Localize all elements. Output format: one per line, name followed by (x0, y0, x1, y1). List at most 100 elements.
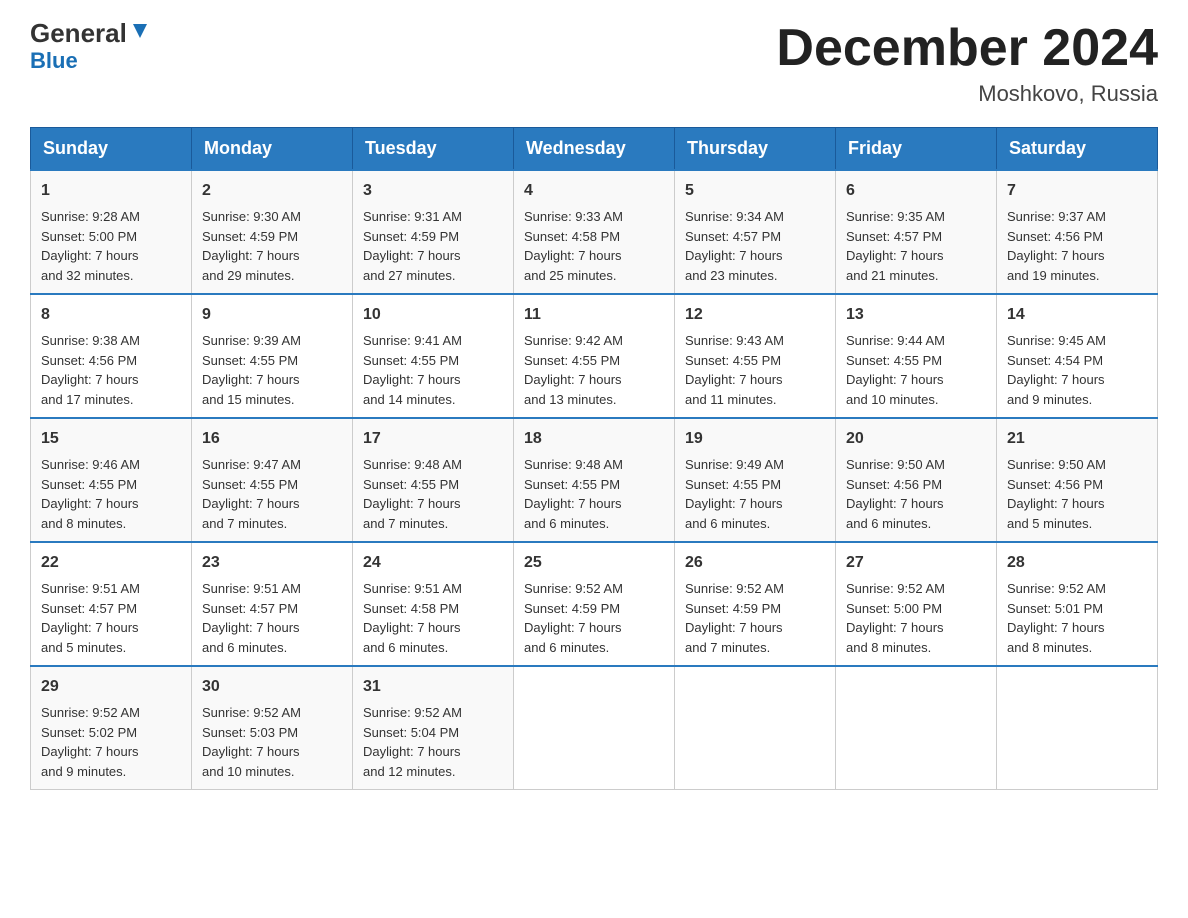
day-number: 1 (41, 179, 181, 203)
col-tuesday: Tuesday (353, 128, 514, 171)
location: Moshkovo, Russia (776, 81, 1158, 107)
daylight-text: Daylight: 7 hours (685, 620, 783, 635)
sunrise-text: Sunrise: 9:41 AM (363, 333, 462, 348)
sunset-text: Sunset: 4:57 PM (685, 229, 781, 244)
sunrise-text: Sunrise: 9:31 AM (363, 209, 462, 224)
table-row: 6 Sunrise: 9:35 AM Sunset: 4:57 PM Dayli… (836, 170, 997, 294)
day-number: 16 (202, 427, 342, 451)
daylight-text: Daylight: 7 hours (363, 496, 461, 511)
sunset-text: Sunset: 4:54 PM (1007, 353, 1103, 368)
daylight-minutes-text: and 15 minutes. (202, 392, 295, 407)
day-number: 22 (41, 551, 181, 575)
table-row: 10 Sunrise: 9:41 AM Sunset: 4:55 PM Dayl… (353, 294, 514, 418)
table-row: 31 Sunrise: 9:52 AM Sunset: 5:04 PM Dayl… (353, 666, 514, 790)
daylight-text: Daylight: 7 hours (1007, 372, 1105, 387)
daylight-text: Daylight: 7 hours (685, 372, 783, 387)
calendar-table: Sunday Monday Tuesday Wednesday Thursday… (30, 127, 1158, 790)
col-friday: Friday (836, 128, 997, 171)
sunset-text: Sunset: 5:01 PM (1007, 601, 1103, 616)
sunset-text: Sunset: 4:56 PM (41, 353, 137, 368)
sunrise-text: Sunrise: 9:51 AM (41, 581, 140, 596)
sunset-text: Sunset: 5:02 PM (41, 725, 137, 740)
month-title: December 2024 (776, 20, 1158, 77)
sunset-text: Sunset: 4:58 PM (524, 229, 620, 244)
daylight-text: Daylight: 7 hours (41, 372, 139, 387)
daylight-text: Daylight: 7 hours (363, 372, 461, 387)
sunset-text: Sunset: 4:55 PM (685, 353, 781, 368)
daylight-minutes-text: and 6 minutes. (202, 640, 287, 655)
daylight-minutes-text: and 6 minutes. (685, 516, 770, 531)
day-number: 19 (685, 427, 825, 451)
table-row: 27 Sunrise: 9:52 AM Sunset: 5:00 PM Dayl… (836, 542, 997, 666)
sunrise-text: Sunrise: 9:52 AM (846, 581, 945, 596)
daylight-minutes-text: and 10 minutes. (846, 392, 939, 407)
table-row: 3 Sunrise: 9:31 AM Sunset: 4:59 PM Dayli… (353, 170, 514, 294)
table-row: 22 Sunrise: 9:51 AM Sunset: 4:57 PM Dayl… (31, 542, 192, 666)
day-number: 30 (202, 675, 342, 699)
day-number: 13 (846, 303, 986, 327)
sunset-text: Sunset: 4:57 PM (202, 601, 298, 616)
table-row: 1 Sunrise: 9:28 AM Sunset: 5:00 PM Dayli… (31, 170, 192, 294)
daylight-minutes-text: and 8 minutes. (41, 516, 126, 531)
day-number: 6 (846, 179, 986, 203)
table-row: 14 Sunrise: 9:45 AM Sunset: 4:54 PM Dayl… (997, 294, 1158, 418)
sunrise-text: Sunrise: 9:39 AM (202, 333, 301, 348)
sunrise-text: Sunrise: 9:30 AM (202, 209, 301, 224)
daylight-text: Daylight: 7 hours (202, 744, 300, 759)
day-number: 25 (524, 551, 664, 575)
table-row: 18 Sunrise: 9:48 AM Sunset: 4:55 PM Dayl… (514, 418, 675, 542)
sunset-text: Sunset: 4:55 PM (363, 353, 459, 368)
day-number: 7 (1007, 179, 1147, 203)
table-row: 24 Sunrise: 9:51 AM Sunset: 4:58 PM Dayl… (353, 542, 514, 666)
sunrise-text: Sunrise: 9:52 AM (685, 581, 784, 596)
calendar-week-row: 8 Sunrise: 9:38 AM Sunset: 4:56 PM Dayli… (31, 294, 1158, 418)
table-row: 2 Sunrise: 9:30 AM Sunset: 4:59 PM Dayli… (192, 170, 353, 294)
sunrise-text: Sunrise: 9:50 AM (846, 457, 945, 472)
table-row: 23 Sunrise: 9:51 AM Sunset: 4:57 PM Dayl… (192, 542, 353, 666)
daylight-text: Daylight: 7 hours (685, 248, 783, 263)
table-row (836, 666, 997, 790)
calendar-week-row: 22 Sunrise: 9:51 AM Sunset: 4:57 PM Dayl… (31, 542, 1158, 666)
daylight-text: Daylight: 7 hours (846, 620, 944, 635)
col-thursday: Thursday (675, 128, 836, 171)
daylight-minutes-text: and 7 minutes. (685, 640, 770, 655)
sunrise-text: Sunrise: 9:52 AM (41, 705, 140, 720)
sunrise-text: Sunrise: 9:35 AM (846, 209, 945, 224)
day-number: 18 (524, 427, 664, 451)
daylight-text: Daylight: 7 hours (363, 620, 461, 635)
daylight-minutes-text: and 25 minutes. (524, 268, 617, 283)
sunrise-text: Sunrise: 9:45 AM (1007, 333, 1106, 348)
sunrise-text: Sunrise: 9:52 AM (363, 705, 462, 720)
sunset-text: Sunset: 4:55 PM (202, 353, 298, 368)
daylight-minutes-text: and 9 minutes. (1007, 392, 1092, 407)
daylight-text: Daylight: 7 hours (1007, 620, 1105, 635)
sunrise-text: Sunrise: 9:37 AM (1007, 209, 1106, 224)
daylight-minutes-text: and 6 minutes. (846, 516, 931, 531)
table-row (514, 666, 675, 790)
daylight-minutes-text: and 19 minutes. (1007, 268, 1100, 283)
table-row: 9 Sunrise: 9:39 AM Sunset: 4:55 PM Dayli… (192, 294, 353, 418)
logo-triangle-icon (129, 20, 151, 42)
sunset-text: Sunset: 4:57 PM (41, 601, 137, 616)
day-number: 29 (41, 675, 181, 699)
daylight-text: Daylight: 7 hours (202, 372, 300, 387)
calendar-header-row: Sunday Monday Tuesday Wednesday Thursday… (31, 128, 1158, 171)
table-row: 4 Sunrise: 9:33 AM Sunset: 4:58 PM Dayli… (514, 170, 675, 294)
daylight-text: Daylight: 7 hours (524, 620, 622, 635)
table-row: 26 Sunrise: 9:52 AM Sunset: 4:59 PM Dayl… (675, 542, 836, 666)
daylight-minutes-text: and 17 minutes. (41, 392, 134, 407)
sunrise-text: Sunrise: 9:43 AM (685, 333, 784, 348)
sunset-text: Sunset: 4:57 PM (846, 229, 942, 244)
sunset-text: Sunset: 4:55 PM (41, 477, 137, 492)
daylight-text: Daylight: 7 hours (202, 248, 300, 263)
day-number: 2 (202, 179, 342, 203)
day-number: 15 (41, 427, 181, 451)
sunset-text: Sunset: 4:59 PM (202, 229, 298, 244)
daylight-text: Daylight: 7 hours (685, 496, 783, 511)
sunset-text: Sunset: 4:55 PM (685, 477, 781, 492)
logo-blue: Blue (30, 48, 78, 74)
sunrise-text: Sunrise: 9:28 AM (41, 209, 140, 224)
table-row (997, 666, 1158, 790)
col-sunday: Sunday (31, 128, 192, 171)
daylight-minutes-text: and 8 minutes. (846, 640, 931, 655)
